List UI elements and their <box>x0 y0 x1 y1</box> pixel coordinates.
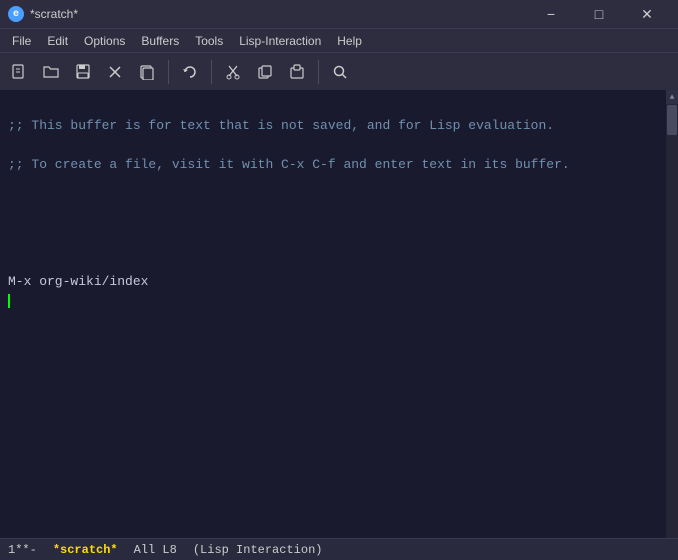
window-controls: − □ ✕ <box>528 0 670 28</box>
command-line: M-x org-wiki/index <box>8 272 658 311</box>
undo-icon <box>182 64 198 80</box>
app-icon: e <box>8 6 24 22</box>
open-file-icon <box>43 64 59 80</box>
title-bar-left: e *scratch* <box>8 6 78 22</box>
comment-line-2: ;; To create a file, visit it with C-x C… <box>8 155 658 175</box>
menu-bar: File Edit Options Buffers Tools Lisp-Int… <box>0 28 678 52</box>
scroll-up-arrow[interactable]: ▲ <box>666 90 678 104</box>
separator-1 <box>168 60 169 84</box>
cut-button[interactable] <box>218 57 248 87</box>
menu-tools[interactable]: Tools <box>187 29 231 53</box>
cut-icon <box>225 64 241 80</box>
text-cursor <box>8 294 10 308</box>
editor-area[interactable]: ;; This buffer is for text that is not s… <box>0 90 666 538</box>
copy-button[interactable] <box>250 57 280 87</box>
undo-button[interactable] <box>175 57 205 87</box>
menu-options[interactable]: Options <box>76 29 133 53</box>
title-bar: e *scratch* − □ ✕ <box>0 0 678 28</box>
status-major-mode: (Lisp Interaction) <box>193 543 323 557</box>
paste-icon <box>289 64 305 80</box>
paste-button[interactable] <box>282 57 312 87</box>
menu-edit[interactable]: Edit <box>39 29 76 53</box>
menu-buffers[interactable]: Buffers <box>133 29 187 53</box>
save-copy-button[interactable] <box>132 57 162 87</box>
search-icon <box>332 64 348 80</box>
save-file-button[interactable] <box>68 57 98 87</box>
close-buffer-button[interactable] <box>100 57 130 87</box>
editor-container: ;; This buffer is for text that is not s… <box>0 90 678 538</box>
menu-file[interactable]: File <box>4 29 39 53</box>
save-file-icon <box>75 64 91 80</box>
separator-3 <box>318 60 319 84</box>
separator-2 <box>211 60 212 84</box>
status-position: 1**- <box>8 543 37 557</box>
status-buffer-name: *scratch* <box>53 543 118 557</box>
close-button[interactable]: ✕ <box>624 0 670 28</box>
minimize-button[interactable]: − <box>528 0 574 28</box>
copy-icon <box>257 64 273 80</box>
status-bar: 1**- *scratch* All L8 (Lisp Interaction) <box>0 538 678 560</box>
maximize-button[interactable]: □ <box>576 0 622 28</box>
empty-line-2 <box>8 233 658 253</box>
new-file-button[interactable] <box>4 57 34 87</box>
comment-line-1: ;; This buffer is for text that is not s… <box>8 116 658 136</box>
empty-line-1 <box>8 194 658 214</box>
toolbar <box>0 52 678 90</box>
close-icon <box>108 65 122 79</box>
save-copy-icon <box>139 64 155 80</box>
open-file-button[interactable] <box>36 57 66 87</box>
status-position-label: All L8 <box>134 543 177 557</box>
scrollbar-thumb[interactable] <box>667 105 677 135</box>
menu-help[interactable]: Help <box>329 29 370 53</box>
new-file-icon <box>11 64 27 80</box>
scrollbar[interactable]: ▲ <box>666 90 678 538</box>
search-button[interactable] <box>325 57 355 87</box>
menu-lisp-interaction[interactable]: Lisp-Interaction <box>231 29 329 53</box>
window-title: *scratch* <box>30 7 78 21</box>
